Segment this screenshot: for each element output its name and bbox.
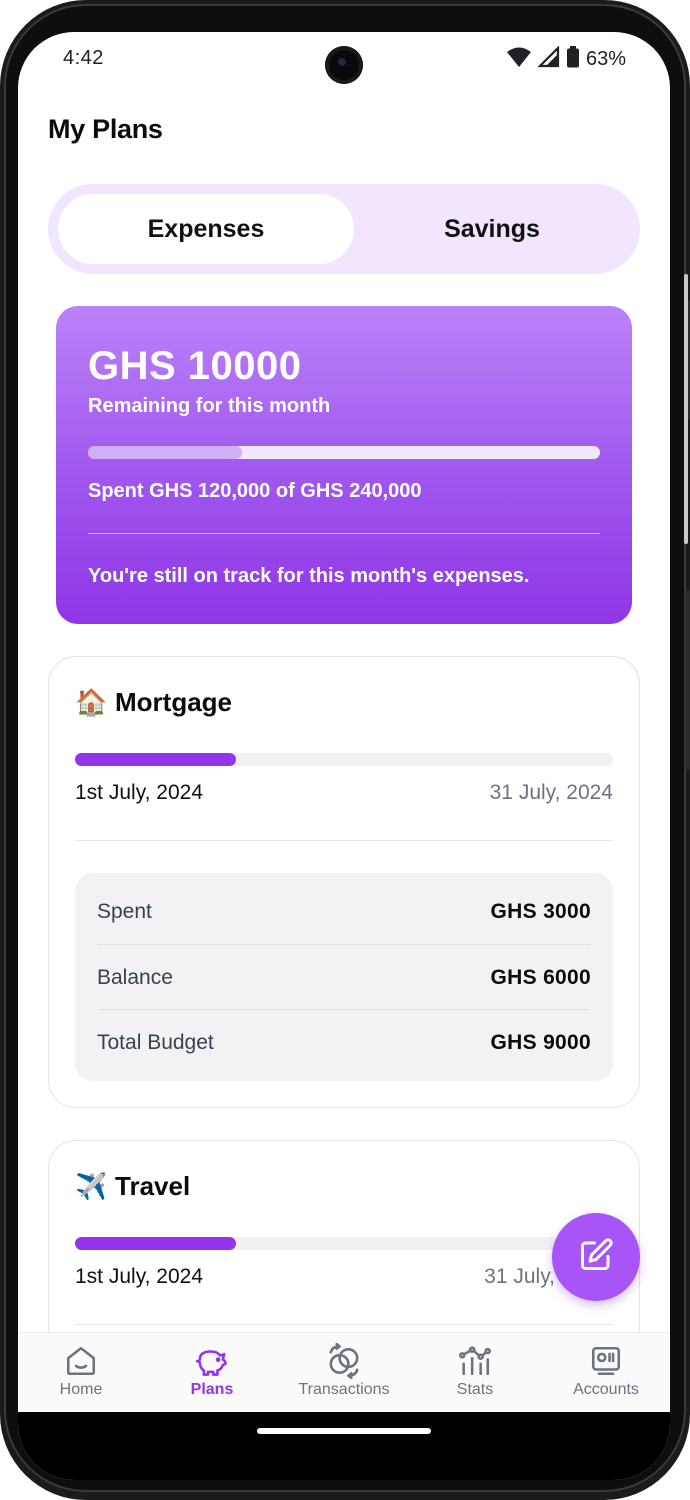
plan-name: Travel <box>115 1171 191 1201</box>
spent-summary-text: Spent GHS 120,000 of GHS 240,000 <box>88 480 422 502</box>
remaining-amount: GHS 10000 <box>88 344 302 388</box>
stats-icon <box>457 1343 493 1379</box>
phone-frame: 4:42 63% My Plans Expenses Savings GHS 1… <box>0 0 690 1500</box>
breakdown-row-balance: Balance GHS 6000 <box>97 944 591 1010</box>
nav-label: Plans <box>190 1381 234 1398</box>
home-icon <box>64 1343 98 1379</box>
scroll-indicator[interactable] <box>684 274 688 544</box>
gesture-navigation-area <box>18 1412 670 1480</box>
bottom-navigation: Home Plans Transactions Stats Accounts <box>18 1332 670 1412</box>
row-label: Balance <box>97 965 173 989</box>
plan-header: ✈️ Travel <box>75 1171 190 1202</box>
summary-divider <box>88 533 600 534</box>
summary-progress-bar <box>88 446 600 459</box>
transactions-icon <box>325 1343 363 1379</box>
breakdown-row-spent: Spent GHS 3000 <box>97 879 591 945</box>
piggy-bank-icon <box>193 1343 231 1379</box>
nav-item-home[interactable]: Home <box>18 1333 146 1413</box>
plan-progress-bar <box>75 1237 613 1250</box>
plan-start-date: 1st July, 2024 <box>75 1265 204 1288</box>
screen: 4:42 63% My Plans Expenses Savings GHS 1… <box>18 32 670 1480</box>
battery-percentage: 63% <box>585 48 626 70</box>
breakdown-row-total-budget: Total Budget GHS 9000 <box>97 1009 591 1075</box>
row-value: GHS 6000 <box>490 965 591 989</box>
nav-item-stats[interactable]: Stats <box>410 1333 540 1413</box>
monthly-summary-card: GHS 10000 Remaining for this month Spent… <box>56 306 632 624</box>
nav-label: Home <box>59 1381 103 1398</box>
plan-breakdown: Spent GHS 3000 Balance GHS 6000 Total Bu… <box>75 873 613 1081</box>
summary-progress-fill <box>88 446 242 459</box>
tab-expenses[interactable]: Expenses <box>58 194 354 264</box>
nav-label: Stats <box>456 1381 494 1398</box>
row-label: Total Budget <box>97 1030 214 1054</box>
plan-start-date: 1st July, 2024 <box>75 781 204 804</box>
status-icons: 63% <box>506 45 626 73</box>
plan-divider <box>75 840 613 841</box>
nav-label: Transactions <box>298 1381 390 1398</box>
status-bar: 4:42 63% <box>18 32 670 88</box>
plan-divider <box>75 1324 613 1325</box>
home-gesture-bar[interactable] <box>257 1428 431 1434</box>
airplane-icon: ✈️ <box>75 1171 108 1201</box>
row-value: GHS 3000 <box>490 900 591 923</box>
plan-end-date: 31 July, 2024 <box>489 781 613 804</box>
row-label: Spent <box>97 900 152 923</box>
nav-label: Accounts <box>573 1381 639 1398</box>
front-camera <box>325 46 363 84</box>
wifi-icon <box>506 46 532 73</box>
nav-item-transactions[interactable]: Transactions <box>279 1333 409 1413</box>
plan-progress-fill <box>75 1237 237 1250</box>
remaining-label: Remaining for this month <box>88 395 331 417</box>
tab-savings[interactable]: Savings <box>354 194 630 264</box>
nav-item-accounts[interactable]: Accounts <box>541 1333 670 1413</box>
plan-progress-fill <box>75 753 237 766</box>
edit-icon <box>578 1237 614 1278</box>
accounts-icon <box>589 1343 623 1379</box>
plan-header: 🏠 Mortgage <box>75 687 232 718</box>
status-time: 4:42 <box>63 47 104 69</box>
edit-plan-button[interactable] <box>552 1213 640 1301</box>
plan-progress-bar <box>75 753 613 766</box>
plan-name: Mortgage <box>115 687 232 717</box>
cellular-signal-icon <box>537 45 560 73</box>
track-status-note: You're still on track for this month's e… <box>88 565 530 587</box>
power-button <box>685 590 690 770</box>
battery-icon <box>566 46 580 73</box>
plan-card-mortgage[interactable]: 🏠 Mortgage 1st July, 2024 31 July, 2024 … <box>48 656 640 1108</box>
page-title: My Plans <box>48 114 163 144</box>
house-icon: 🏠 <box>75 687 108 717</box>
plan-end-date: 31 July, <box>484 1265 555 1288</box>
plan-type-tabs: Expenses Savings <box>48 184 640 274</box>
nav-item-plans[interactable]: Plans <box>147 1333 277 1413</box>
row-value: GHS 9000 <box>490 1030 591 1054</box>
